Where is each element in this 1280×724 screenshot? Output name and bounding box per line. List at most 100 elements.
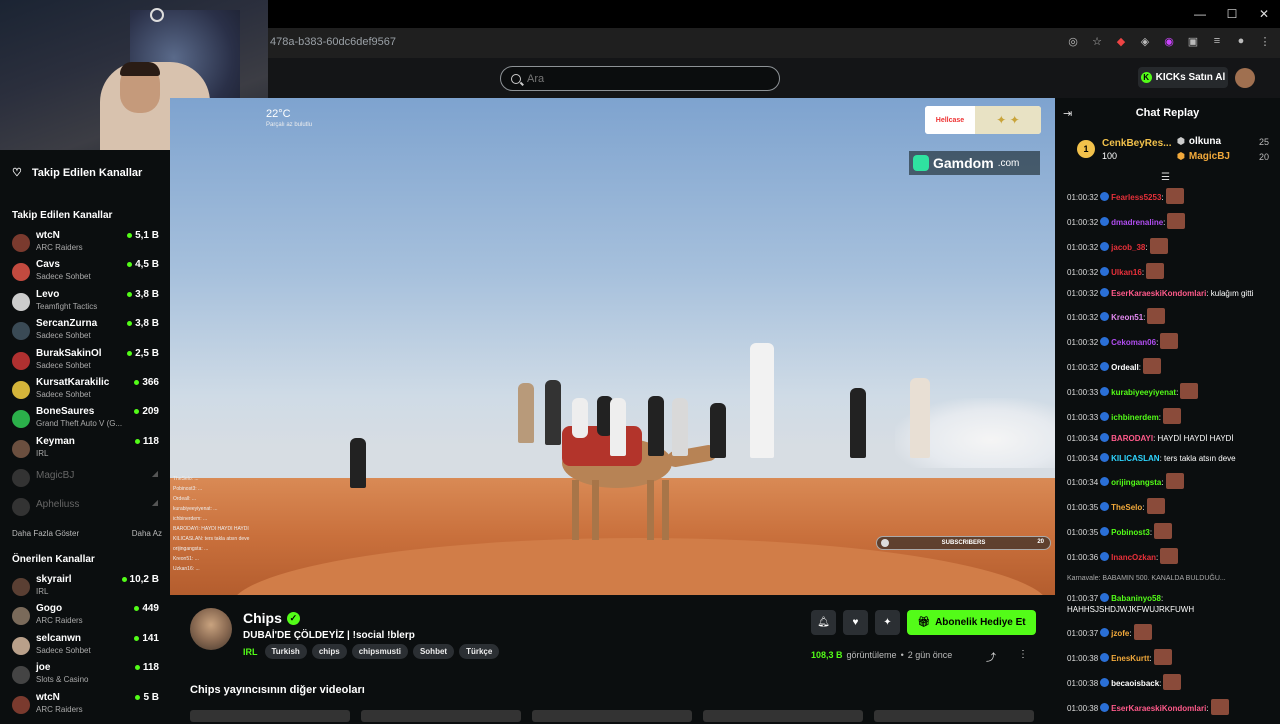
extension-icon[interactable]: ◆ [1114, 34, 1128, 48]
chat-username[interactable]: Ordeall [1111, 363, 1139, 372]
extension-icon[interactable]: ◉ [1162, 34, 1176, 48]
tag[interactable]: Sohbet [412, 644, 455, 659]
shield-icon[interactable]: ◈ [1138, 34, 1152, 48]
sparkle-button[interactable]: ✦ [875, 610, 900, 635]
chat-timestamp: 01:00:33 [1067, 388, 1099, 397]
live-dot-icon [134, 380, 140, 385]
avatar[interactable] [1235, 68, 1255, 88]
chat-username[interactable]: InancOzkan [1111, 553, 1156, 562]
chat-username[interactable]: orijingangsta [1111, 478, 1161, 487]
media-icon[interactable]: ≡ [1210, 34, 1224, 48]
chat-username[interactable]: becaoisback [1111, 679, 1159, 688]
chat-text: : [1129, 629, 1132, 638]
video-thumbnail[interactable] [190, 710, 350, 722]
channel-name: wtcN [36, 230, 60, 241]
channel-item[interactable]: BoneSaures Grand Theft Auto V (G... 209 [12, 406, 162, 434]
close-icon[interactable]: ✕ [1248, 0, 1280, 28]
share-icon[interactable]: ⤴ [986, 649, 996, 664]
channel-item[interactable]: skyrairl IRL 10,2 B [12, 574, 162, 602]
chat-username[interactable]: EserKaraeskiKondomlari [1111, 289, 1206, 298]
chat-message: 01:00:37 Babaninyo58: HAHHSJSHDJWJKFWUJRK… [1067, 593, 1277, 615]
chat-username[interactable]: KILICASLAN [1111, 454, 1159, 463]
chat-username[interactable]: dmadrenaline [1111, 218, 1163, 227]
kicks-buy-button[interactable]: K KICKs Satın Al [1138, 67, 1228, 88]
chat-username[interactable]: BARODAYI [1111, 434, 1153, 443]
chat-username[interactable]: Cekoman06 [1111, 338, 1156, 347]
follow-heart-button[interactable]: ♥ [843, 610, 868, 635]
chat-message: 01:00:32 Ordeall: [1067, 358, 1277, 374]
channel-item[interactable]: BurakSakinOl Sadece Sohbet 2,5 B [12, 348, 162, 376]
overlay-chat-line: ichbinerdem: ... [173, 516, 208, 522]
channel-item[interactable]: Keyman IRL 118 [12, 436, 162, 464]
gift-subscription-button[interactable]: 🎁︎ Abonelik Hediye Et [907, 610, 1036, 635]
chat-text: : [1138, 363, 1141, 372]
followed-nav-item[interactable]: ♡ Takip Edilen Kanallar [12, 166, 142, 180]
video-player[interactable]: 22°C Parçalı az bulutlu Hellcase ✦ ✦ Gam… [170, 98, 1055, 595]
category-link[interactable]: IRL [243, 647, 258, 657]
recommended-section-title: Önerilen Kanallar [12, 554, 95, 565]
channel-item[interactable]: wtcN ARC Raiders 5,1 B [12, 230, 162, 258]
channel-item[interactable]: KursatKarakilic Sadece Sohbet 366 [12, 377, 162, 405]
search-bar[interactable] [500, 66, 780, 91]
avatar [12, 607, 30, 626]
show-more-button[interactable]: Daha Fazla Göster [12, 529, 79, 538]
channel-item[interactable]: Cavs Sadece Sohbet 4,5 B [12, 259, 162, 287]
sponsor-knives-icon: ✦ ✦ [975, 106, 1041, 134]
leader-name[interactable]: CenkBeyRes... [1102, 138, 1171, 149]
url-text[interactable]: 478a-b383-60dc6def9567 [270, 36, 396, 48]
search-input[interactable] [527, 72, 767, 85]
bookmark-star-icon[interactable]: ☆ [1090, 34, 1104, 48]
video-thumbnail[interactable] [874, 710, 1034, 722]
chat-text: : [1159, 679, 1162, 688]
channel-item[interactable]: Levo Teamfight Tactics 3,8 B [12, 289, 162, 317]
channel-category: Sadece Sohbet [36, 272, 91, 282]
channel-item[interactable]: SercanZurna Sadece Sohbet 3,8 B [12, 318, 162, 346]
tag[interactable]: Türkçe [459, 644, 500, 659]
profile-icon[interactable]: ● [1234, 34, 1248, 48]
puzzle-icon[interactable]: ▣ [1186, 34, 1200, 48]
chat-username[interactable]: TheSelo [1111, 503, 1142, 512]
chat-username[interactable]: jacob_38 [1111, 243, 1145, 252]
channel-item[interactable]: Gogo ARC Raiders 449 [12, 603, 162, 631]
chat-username[interactable]: kurabiyeeyiyenat [1111, 388, 1176, 397]
chat-username[interactable]: ichbinerdem [1111, 413, 1159, 422]
person [750, 343, 774, 458]
notification-bell-button[interactable]: 🔔︎ [811, 610, 836, 635]
leaderboard-name[interactable]: MagicBJ [1189, 151, 1230, 162]
video-thumbnail[interactable] [703, 710, 863, 722]
chat-username[interactable]: Kreon51 [1111, 313, 1143, 322]
camel-leg [592, 480, 599, 540]
tag[interactable]: chipsmusti [351, 644, 408, 659]
channel-item[interactable]: selcanwn Sadece Sohbet 141 [12, 633, 162, 661]
chat-username[interactable]: Fearless5253 [1111, 193, 1161, 202]
channel-item-offline[interactable]: MagicBJ ◢ [12, 465, 162, 493]
chat-message: 01:00:38 becaoisback: [1067, 674, 1277, 690]
chat-username[interactable]: Ulkan16 [1111, 268, 1142, 277]
channel-category: ARC Raiders [36, 616, 83, 626]
channel-category: Sadece Sohbet [36, 331, 91, 341]
tag[interactable]: chips [311, 644, 347, 659]
chat-username[interactable]: jzofe [1111, 629, 1129, 638]
hide-icon[interactable]: ◎ [1066, 34, 1080, 48]
channel-item-offline[interactable]: Apheliuss ◢ [12, 494, 162, 522]
more-options-icon[interactable]: ⋮ [1018, 649, 1028, 660]
show-less-button[interactable]: Daha Az [132, 529, 162, 538]
menu-icon[interactable]: ⋮ [1258, 34, 1272, 48]
maximize-icon[interactable]: ☐ [1216, 0, 1248, 28]
leaderboard-name[interactable]: olkuna [1189, 136, 1221, 147]
video-thumbnail[interactable] [532, 710, 692, 722]
gamdom-logo: Gamdom .com [909, 151, 1040, 175]
chat-username[interactable]: Pobinost3 [1111, 528, 1150, 537]
streamer-name[interactable]: Chips [243, 610, 282, 626]
minimize-icon[interactable]: — [1184, 0, 1216, 28]
channel-item[interactable]: joe Slots & Casino 118 [12, 662, 162, 690]
chat-username[interactable]: EnesKurtt [1111, 654, 1149, 663]
chat-username[interactable]: Babaninyo58 [1111, 594, 1161, 603]
tag[interactable]: Turkish [264, 644, 307, 659]
channel-item[interactable]: wtcN ARC Raiders 5 B [12, 692, 162, 720]
chat-username[interactable]: EserKaraeskiKondomlari [1111, 704, 1206, 713]
video-thumbnail[interactable] [361, 710, 521, 722]
chat-timestamp: 01:00:36 [1067, 553, 1099, 562]
streamer-avatar[interactable] [190, 608, 232, 650]
filter-icon[interactable]: ☰ [1161, 172, 1170, 183]
